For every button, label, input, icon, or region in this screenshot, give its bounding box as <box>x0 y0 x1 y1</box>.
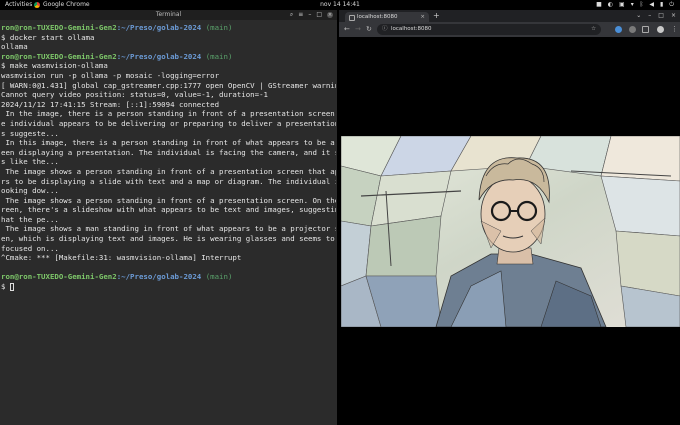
terminal-line: rs to be displaying a slide with text an… <box>1 176 336 186</box>
terminal-line: ooking dow... <box>1 186 59 196</box>
terminal-line: s suggeste... <box>1 128 59 138</box>
tab-search-icon[interactable]: ⌄ <box>636 10 641 22</box>
terminal-output[interactable]: ron@ron-TUXEDO-Gemini-Gen2:~/Preso/golab… <box>1 23 336 423</box>
terminal-line: een displaying a presentation. The indiv… <box>1 147 336 157</box>
tab-close-icon[interactable]: × <box>420 12 425 22</box>
new-tab-button[interactable]: + <box>433 11 440 21</box>
prompt-user: ron@ron-TUXEDO-Gemini-Gen2 <box>1 51 117 61</box>
minimize-icon[interactable]: – <box>648 10 651 22</box>
terminal-line: s like the... <box>1 157 59 167</box>
globe-icon <box>349 15 355 21</box>
terminal-line: ron@ron-TUXEDO-Gemini-Gen2:~/Preso/golab… <box>1 23 336 33</box>
terminal-line: reen, there's a slideshow with what appe… <box>1 205 336 215</box>
tab-strip[interactable]: localhost:8080 × + ⌄ – □ × <box>339 10 680 22</box>
terminal-window[interactable]: Terminal ⌕ ≡ – □ × ron@ron-TUXEDO-Gemini… <box>0 10 337 425</box>
terminal-line: wasmvision run -p ollama -p mosaic -logg… <box>1 70 220 80</box>
system-top-bar: Activities Google Chrome nov 14 14:41 ■ … <box>0 0 680 10</box>
browser-toolbar: ← → ↻ ⓘ localhost:8080 ☆ ⋮ <box>339 22 680 37</box>
prompt-path: :~/Preso/golab-2024 <box>116 51 202 61</box>
mosaic-video-frame <box>341 136 680 327</box>
video-stream <box>341 136 680 327</box>
url-text[interactable]: localhost:8080 <box>391 24 432 35</box>
terminal-line: e individual appears to be delivering or… <box>1 118 336 128</box>
site-info-icon[interactable]: ⓘ <box>382 24 388 35</box>
bluetooth-icon[interactable]: ᛒ <box>640 0 644 10</box>
terminal-line: In the image, there is a person standing… <box>1 109 336 119</box>
prompt-branch: (main) <box>201 51 233 61</box>
extension-icon[interactable] <box>615 26 622 33</box>
battery-icon[interactable]: ▮ <box>660 0 663 10</box>
network-icon[interactable]: ▾ <box>631 0 634 10</box>
page-viewport[interactable] <box>339 37 680 425</box>
system-tray[interactable]: ■ ◐ ▣ ▾ ᛒ ◀ ▮ ⏻ <box>596 0 674 10</box>
menu-icon[interactable]: ≡ <box>298 10 303 20</box>
tab-title: localhost:8080 <box>357 14 398 20</box>
profile-avatar[interactable] <box>657 26 664 33</box>
terminal-title: Terminal <box>155 11 182 18</box>
terminal-line: [ WARN:0@1.431] global cap_gstreamer.cpp… <box>1 80 336 90</box>
terminal-line: ^Cmake: *** [Makefile:31: wasmvision-oll… <box>1 253 242 263</box>
extension-icon-2[interactable] <box>629 26 636 33</box>
terminal-cursor[interactable] <box>9 283 14 292</box>
volume-icon[interactable]: ◀ <box>649 0 654 10</box>
chrome-window[interactable]: localhost:8080 × + ⌄ – □ × ← → ↻ ⓘ local… <box>339 10 680 425</box>
terminal-line: ron@ron-TUXEDO-Gemini-Gen2:~/Preso/golab… <box>1 272 336 282</box>
terminal-line: In this image, there is a person standin… <box>1 138 336 148</box>
kebab-menu-icon[interactable]: ⋮ <box>671 22 678 37</box>
address-bar[interactable]: ⓘ localhost:8080 ☆ <box>377 24 601 35</box>
tray-app-icon[interactable]: ■ <box>596 0 602 10</box>
close-icon[interactable]: × <box>671 10 676 22</box>
terminal-line: $ make wasmvision-ollama <box>1 61 108 71</box>
forward-button[interactable]: → <box>355 22 361 37</box>
terminal-titlebar[interactable]: Terminal ⌕ ≡ – □ × <box>0 10 337 20</box>
power-icon[interactable]: ⏻ <box>669 0 674 10</box>
terminal-line: ron@ron-TUXEDO-Gemini-Gen2:~/Preso/golab… <box>1 52 336 62</box>
sync-icon[interactable]: ◐ <box>608 0 613 10</box>
terminal-line: $ <box>1 282 336 292</box>
prompt-path: :~/Preso/golab-2024 <box>116 23 202 32</box>
prompt-branch: (main) <box>201 23 233 32</box>
prompt-path: :~/Preso/golab-2024 <box>116 272 202 282</box>
terminal-line: $ docker start ollama <box>1 32 95 42</box>
minimize-icon[interactable]: – <box>308 10 311 20</box>
prompt-user: ron@ron-TUXEDO-Gemini-Gen2 <box>1 23 117 32</box>
clock[interactable]: nov 14 14:41 <box>0 0 680 10</box>
browser-tab[interactable]: localhost:8080 × <box>345 12 429 22</box>
close-icon[interactable]: × <box>327 12 333 18</box>
terminal-line: en, which is displaying text and images.… <box>1 234 336 244</box>
back-button[interactable]: ← <box>344 22 350 37</box>
reload-button[interactable]: ↻ <box>366 22 372 37</box>
prompt-branch: (main) <box>201 272 233 282</box>
bookmark-star-icon[interactable]: ☆ <box>591 24 596 35</box>
terminal-line: ollama <box>1 42 28 52</box>
terminal-line: The image shows a man standing in front … <box>1 224 336 234</box>
maximize-icon[interactable]: □ <box>316 10 322 20</box>
terminal-line: focused on... <box>1 243 59 253</box>
maximize-icon[interactable]: □ <box>658 10 664 22</box>
search-icon[interactable]: ⌕ <box>290 10 293 20</box>
indicator-icon[interactable]: ▣ <box>619 0 625 10</box>
terminal-line: The image shows a person standing in fro… <box>1 166 336 176</box>
terminal-line: 2024/11/12 17:41:15 Stream: [::1]:59094 … <box>1 99 220 109</box>
terminal-line: The image shows a person standing in fro… <box>1 195 336 205</box>
terminal-line: hat the pe... <box>1 214 59 224</box>
terminal-line: Cannot query video position: status=0, v… <box>1 90 268 100</box>
prompt-user: ron@ron-TUXEDO-Gemini-Gen2 <box>1 272 117 282</box>
puzzle-icon[interactable] <box>642 26 649 33</box>
